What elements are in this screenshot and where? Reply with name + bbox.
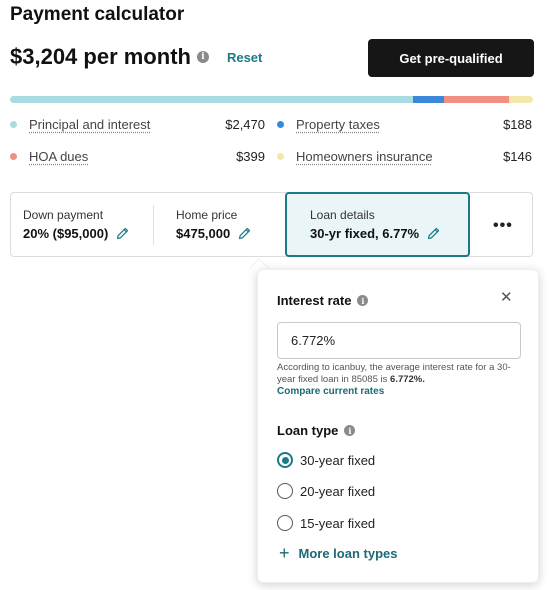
pencil-icon[interactable]	[116, 227, 129, 240]
loan-parameters-panel: Down payment 20% ($95,000) Home price $4…	[10, 192, 533, 257]
legend-label-insurance[interactable]: Homeowners insurance	[296, 149, 433, 164]
monthly-payment-row: $3,204 per month i Reset	[10, 44, 262, 70]
param-divider	[153, 205, 154, 245]
page-title: Payment calculator	[10, 4, 185, 25]
hoa-dot-icon	[10, 153, 17, 160]
legend-value-principal: $2,470	[225, 117, 265, 132]
pencil-icon[interactable]	[427, 227, 440, 240]
home-price-field[interactable]: Home price $475,000	[176, 193, 251, 256]
get-prequalified-button[interactable]: Get pre-qualified	[368, 39, 534, 77]
info-icon[interactable]: i	[357, 295, 369, 306]
legend-item-property-taxes: Property taxes $188	[277, 117, 532, 132]
down-payment-field[interactable]: Down payment 20% ($95,000)	[23, 193, 129, 256]
plus-icon: +	[279, 543, 290, 563]
more-loan-types-button[interactable]: + More loan types	[279, 544, 397, 562]
principal-dot-icon	[10, 121, 17, 128]
legend-item-insurance: Homeowners insurance $146	[277, 149, 532, 164]
ellipsis-icon[interactable]: •••	[493, 217, 513, 235]
loan-type-option-30[interactable]: 30-year fixed	[277, 452, 375, 468]
info-icon[interactable]: i	[196, 51, 209, 63]
loan-details-field[interactable]: Loan details 30-yr fixed, 6.77%	[285, 192, 470, 257]
down-payment-label: Down payment	[23, 208, 104, 222]
rate-note: According to icanbuy, the average intere…	[277, 362, 527, 386]
bar-segment-1	[413, 96, 444, 103]
taxes-dot-icon	[277, 121, 284, 128]
interest-rate-heading: Interest rate i	[277, 293, 369, 308]
legend-value-insurance: $146	[503, 149, 532, 164]
more-loan-types-label: More loan types	[298, 545, 398, 561]
loan-type-option-15[interactable]: 15-year fixed	[277, 515, 375, 531]
legend-label-principal[interactable]: Principal and interest	[29, 117, 150, 132]
legend-item-hoa: HOA dues $399	[10, 149, 265, 164]
legend-item-principal: Principal and interest $2,470	[10, 117, 265, 132]
radio-unchecked-icon[interactable]	[277, 515, 293, 531]
pencil-icon[interactable]	[238, 227, 251, 240]
down-payment-value: 20% ($95,000)	[23, 226, 109, 241]
info-icon[interactable]: i	[344, 425, 356, 436]
interest-rate-input[interactable]	[277, 322, 521, 359]
bar-segment-3	[508, 96, 533, 103]
insurance-dot-icon	[277, 153, 284, 160]
home-price-label: Home price	[176, 208, 238, 222]
loan-type-title: Loan type	[277, 423, 339, 438]
rate-note-rate: 6.772%.	[390, 374, 425, 385]
payment-breakdown-bar	[10, 96, 533, 103]
loan-type-label: 30-year fixed	[300, 452, 376, 468]
loan-details-label: Loan details	[310, 208, 375, 222]
legend-value-taxes: $188	[503, 117, 532, 132]
loan-details-popover: Interest rate i ✕ According to icanbuy, …	[257, 269, 539, 583]
bar-segment-2	[443, 96, 509, 103]
legend-label-hoa[interactable]: HOA dues	[29, 149, 88, 164]
interest-rate-title: Interest rate	[277, 293, 352, 308]
loan-type-label: 15-year fixed	[300, 515, 376, 531]
close-icon[interactable]: ✕	[500, 288, 513, 306]
monthly-payment: $3,204 per month	[10, 44, 191, 69]
home-price-value: $475,000	[176, 226, 231, 241]
radio-unchecked-icon[interactable]	[277, 483, 293, 499]
reset-button[interactable]: Reset	[227, 50, 262, 65]
legend-label-taxes[interactable]: Property taxes	[296, 117, 380, 132]
loan-type-heading: Loan type i	[277, 423, 356, 438]
compare-rates-link[interactable]: Compare current rates	[277, 386, 384, 397]
loan-details-value: 30-yr fixed, 6.77%	[310, 226, 420, 241]
bar-segment-0	[10, 96, 414, 103]
loan-type-label: 20-year fixed	[300, 483, 376, 499]
radio-checked-icon[interactable]	[277, 452, 293, 468]
legend-value-hoa: $399	[236, 149, 265, 164]
loan-type-option-20[interactable]: 20-year fixed	[277, 483, 375, 499]
